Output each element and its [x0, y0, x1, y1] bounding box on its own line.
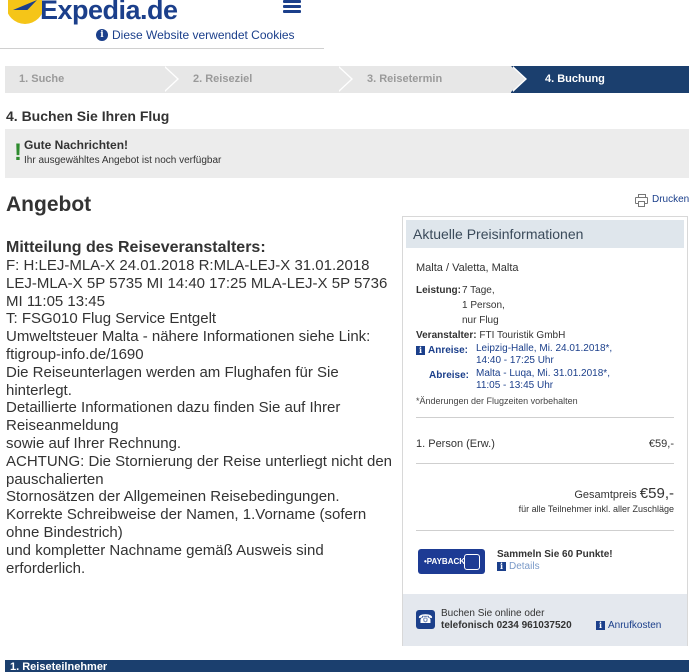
operator-message-line: T: FSG010 Flug Service Entgelt — [6, 310, 217, 328]
step-buchung: 4. Buchung — [511, 66, 689, 93]
phone-number: telefonisch 0234 961037520 — [441, 620, 572, 631]
exclamation-icon: ! — [14, 139, 22, 166]
flight-time-note: *Änderungen der Flugzeiten vorbehalten — [416, 396, 578, 406]
operator-message-heading: Mitteilung des Reiseveranstalters: — [6, 239, 266, 256]
booking-progress-steps: 1. Suche 2. Reiseziel 3. Reisetermin 4. … — [5, 66, 689, 93]
logo-globe-icon — [8, 0, 42, 26]
operator-message-line: und kompletter Nachname gemäß Ausweis si… — [6, 541, 324, 577]
notice-title: Gute Nachrichten! — [24, 138, 129, 152]
phone-icon: ☎ — [416, 610, 435, 629]
phone-booking-band: ☎ Buchen Sie online oder telefonisch 023… — [403, 594, 687, 646]
step-reiseziel[interactable]: 2. Reiseziel — [163, 66, 353, 93]
step-label: 3. Reisetermin — [367, 73, 443, 85]
anreise-details: Leipzig-Halle, Mi. 24.01.2018*, 14:40 - … — [476, 343, 613, 366]
destination: Malta / Valetta, Malta — [416, 262, 519, 274]
payback-points-title: Sammeln Sie 60 Punkte! — [497, 549, 613, 560]
logo-text: Expedia.de — [40, 0, 178, 25]
site-header: Expedia.de i Diese Website verwendet Coo… — [0, 0, 324, 49]
operator-message-line: Umweltsteuer Malta - nähere Informatione… — [6, 328, 371, 363]
notice-subtitle: Ihr ausgewähltes Angebot ist noch verfüg… — [24, 155, 222, 166]
step-suche[interactable]: 1. Suche — [5, 66, 179, 93]
total-price: €59,- — [639, 485, 674, 502]
info-icon[interactable]: i — [416, 345, 425, 355]
divider — [416, 530, 674, 531]
info-icon: i — [596, 620, 605, 630]
abreise-label: Abreise: — [429, 370, 470, 381]
expedia-logo[interactable]: Expedia.de — [8, 0, 178, 26]
operator-message: Mitteilung des Reiseveranstalters: F: H:… — [6, 238, 400, 577]
print-label: Drucken — [652, 194, 689, 205]
call-cost-link[interactable]: i Anrufkosten — [596, 620, 661, 631]
divider — [416, 463, 674, 464]
print-button[interactable]: Drucken — [635, 194, 689, 207]
veranstalter-row: Veranstalter: FTI Touristik GmbH — [416, 330, 566, 341]
availability-notice: ! Gute Nachrichten! Ihr ausgewähltes Ang… — [5, 129, 689, 178]
cookie-notice-text: Diese Website verwendet Cookies — [112, 28, 295, 42]
abreise-details: Malta - Luqa, Mi. 31.01.2018*, 11:05 - 1… — [476, 368, 610, 391]
total-price-row: Gesamtpreis €59,- — [416, 485, 674, 502]
operator-message-line: F: H:LEJ-MLA-X 24.01.2018 R:MLA-LEJ-X 31… — [6, 257, 388, 310]
leistung-values: 7 Tage, 1 Person, nur Flug — [462, 285, 505, 326]
phone-booking-text: Buchen Sie online oder — [441, 608, 545, 619]
info-icon: i — [96, 29, 108, 41]
printer-icon — [635, 194, 648, 207]
total-label: Gesamtpreis — [574, 489, 637, 501]
total-price-subtext: für alle Teilnehmer inkl. aller Zuschläg… — [518, 504, 674, 514]
payback-logo: •PAYBACK — [418, 549, 485, 574]
anreise-label: i Anreise: — [416, 343, 468, 358]
cookie-notice-link[interactable]: i Diese Website verwendet Cookies — [96, 28, 295, 42]
section-title: 4. Buchen Sie Ihren Flug — [6, 108, 170, 124]
hamburger-menu-icon[interactable] — [283, 0, 301, 14]
divider — [416, 417, 674, 418]
step-reisetermin[interactable]: 3. Reisetermin — [337, 66, 527, 93]
person-price-row: 1. Person (Erw.) €59,- — [416, 438, 674, 450]
person-price: €59,- — [648, 438, 674, 450]
price-panel-title: Aktuelle Preisinformationen — [406, 220, 684, 248]
price-info-panel: Aktuelle Preisinformationen Malta / Vale… — [402, 216, 688, 646]
operator-message-line: Stornosätzen der Allgemeinen Reisebeding… — [6, 488, 340, 506]
operator-message-line: Die Reiseunterlagen werden am Flughafen … — [6, 363, 339, 399]
leistung-label: Leistung: — [416, 285, 461, 296]
step-label: 2. Reiseziel — [193, 73, 253, 85]
payback-details-link[interactable]: i Details — [497, 561, 540, 572]
operator-message-line: sowie auf Ihrer Rechnung. — [6, 434, 182, 452]
step-label: 1. Suche — [19, 73, 65, 85]
info-icon: i — [497, 561, 506, 571]
operator-message-line: Detaillierte Informationen dazu finden S… — [6, 399, 341, 435]
offer-title: Angebot — [6, 193, 92, 216]
traveler-section-header: 1. Reiseteilnehmer — [5, 660, 689, 672]
person-label: 1. Person (Erw.) — [416, 438, 495, 450]
operator-message-line: ACHTUNG: Die Stornierung der Reise unter… — [6, 452, 393, 488]
step-label: 4. Buchung — [545, 73, 605, 85]
operator-message-line: Korrekte Schreibweise der Namen, 1.Vorna… — [6, 506, 367, 541]
